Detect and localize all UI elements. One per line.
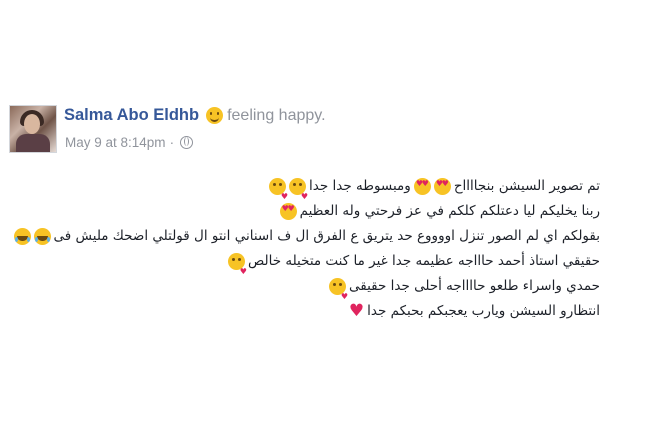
post-line-1-text-a: تم تصوير السيشن بنجااااح (453, 178, 600, 194)
laughing-emoji-icon (33, 228, 51, 245)
post-line-3-text: بقولكم اي لم الصور تنزل اووووع حد يتريق … (53, 228, 600, 244)
post-line-2-text: ربنا يخليكم ليا دعتلكم كلكم في عز فرحتي … (299, 203, 600, 219)
post-line-1-text-b: ومبسوطه جدا جدا (309, 178, 411, 194)
smile-icon (206, 107, 224, 124)
heart-eyes-emoji-icon (413, 178, 431, 195)
kiss-emoji-icon (227, 253, 247, 284)
post-line-3: بقولكم اي لم الصور تنزل اووووع حد يتريق … (0, 224, 600, 249)
post-line-5-text: حمدي واسراء طلعو حااااجه أحلى جدا حقيقى (348, 278, 600, 294)
post-line-6: انتظارو السيشن ويارب يعجبكم بحبكم جدا ♥ (0, 299, 600, 324)
post-header: Salma Abo Eldhb feeling happy. (64, 106, 326, 125)
post-line-5: حمدي واسراء طلعو حااااجه أحلى جدا حقيقى (0, 274, 600, 309)
author-name-link[interactable]: Salma Abo Eldhb (64, 106, 199, 125)
avatar-face (24, 114, 40, 134)
kiss-emoji-icon (328, 278, 348, 309)
post-line-6-text: انتظارو السيشن ويارب يعجبكم بحبكم جدا (367, 303, 600, 319)
post-line-4-text: حقيقي استاذ أحمد حاااجه عظيمه جدا غير ما… (247, 253, 600, 269)
globe-icon[interactable] (180, 136, 194, 149)
post-line-1: تم تصوير السيشن بنجااااح ومبسوطه جدا جدا (0, 174, 600, 209)
post-body: تم تصوير السيشن بنجااااح ومبسوطه جدا جدا… (0, 174, 600, 324)
kiss-emoji-icon (289, 178, 308, 209)
heart-eyes-emoji-icon (279, 203, 297, 220)
avatar[interactable] (9, 105, 57, 153)
meta-separator: · (169, 135, 175, 150)
post-line-4: حقيقي استاذ أحمد حاااجه عظيمه جدا غير ما… (0, 249, 600, 284)
heart-icon: ♥ (348, 301, 365, 321)
kiss-emoji-icon (269, 178, 288, 209)
post-meta: May 9 at 8:14pm · (65, 135, 194, 150)
feeling-text: feeling happy. (227, 106, 326, 124)
laughing-emoji-icon (13, 228, 31, 245)
heart-eyes-emoji-icon (433, 178, 451, 195)
timestamp-link[interactable]: May 9 at 8:14pm (65, 135, 166, 150)
avatar-body (16, 134, 50, 152)
